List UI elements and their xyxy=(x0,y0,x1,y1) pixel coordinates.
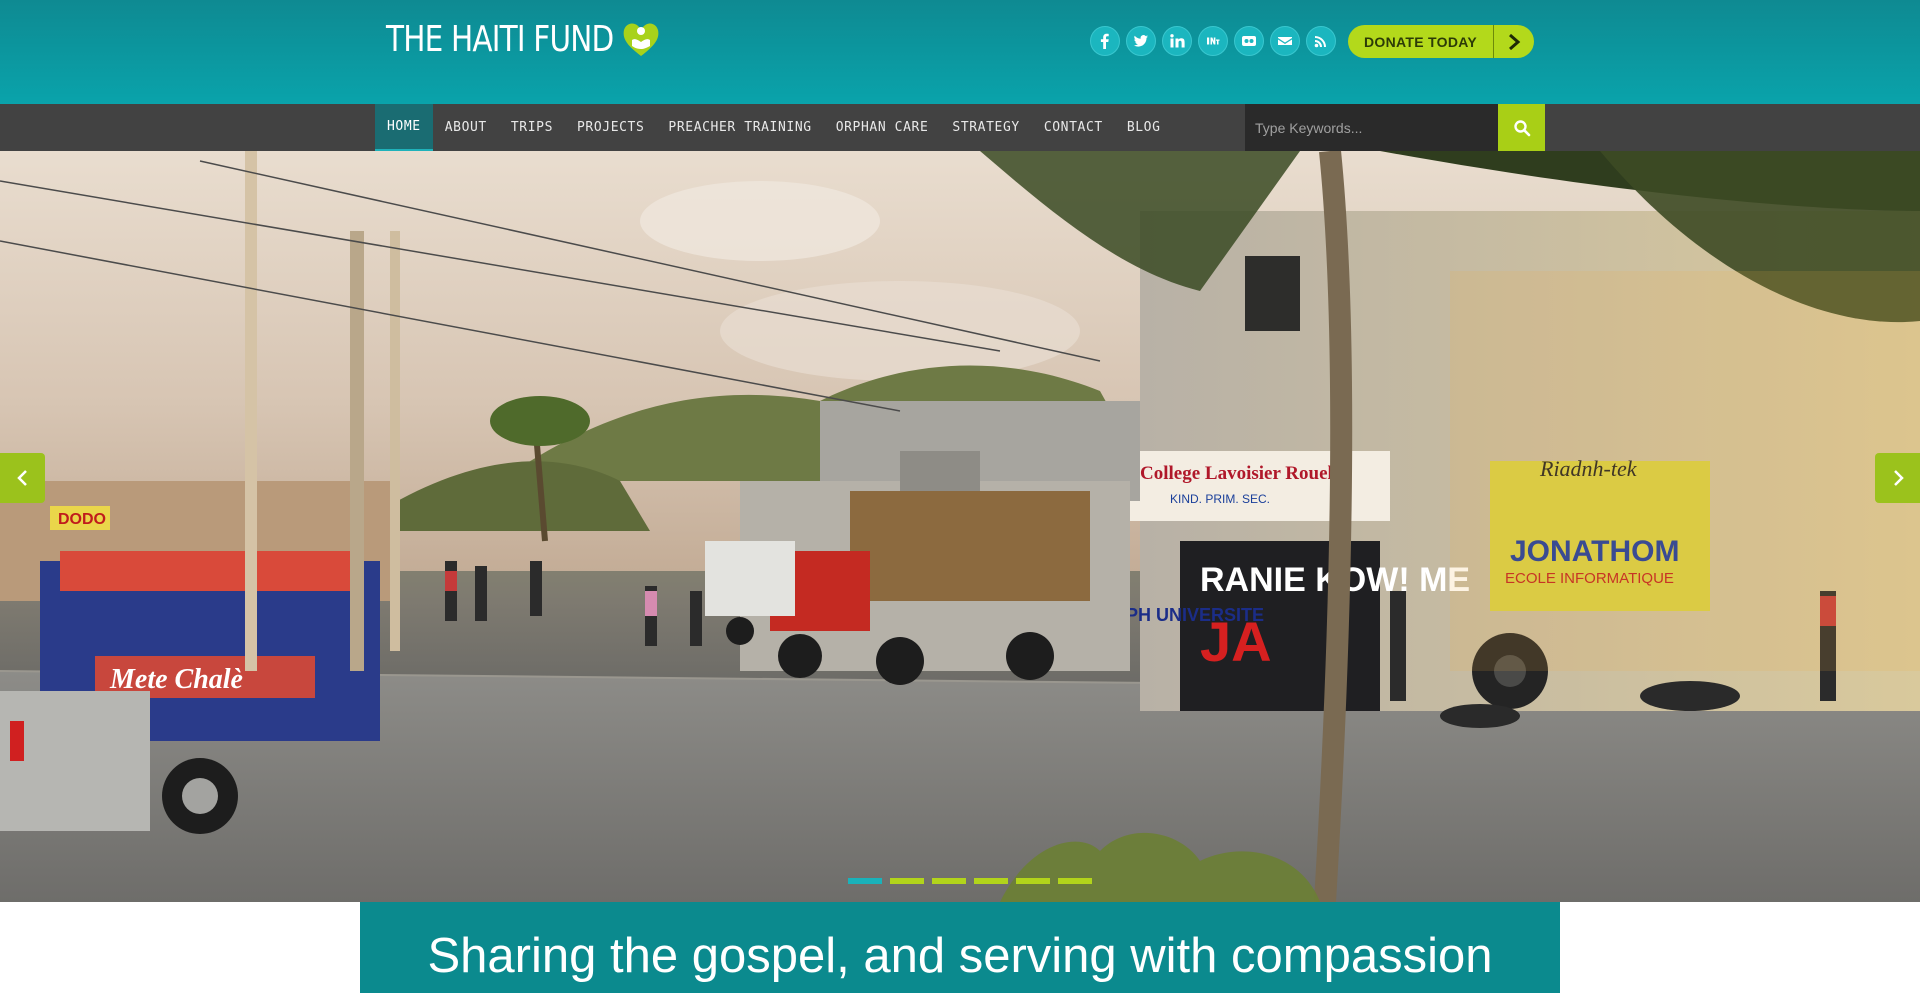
nav-item-home[interactable]: HOME xyxy=(375,104,433,151)
nav-menu: HOME ABOUT TRIPS PROJECTS PREACHER TRAIN… xyxy=(375,104,1173,151)
chevron-right-icon xyxy=(1493,25,1534,58)
search-form xyxy=(1245,104,1545,151)
search-input[interactable] xyxy=(1245,104,1498,151)
bus-text: Mete Chalè xyxy=(109,664,243,695)
facebook-icon[interactable] xyxy=(1090,26,1120,56)
slide-dot[interactable] xyxy=(890,878,924,884)
nav-item-trips[interactable]: TRIPS xyxy=(499,104,565,151)
nav-item-blog[interactable]: BLOG xyxy=(1115,104,1173,151)
nav-item-orphan-care[interactable]: ORPHAN CARE xyxy=(824,104,941,151)
site-title[interactable]: THE HAITI FUND xyxy=(386,19,614,60)
school-sign: College Lavoisier Rouelus xyxy=(1140,463,1351,484)
social-links xyxy=(1090,26,1336,56)
donate-label: DONATE TODAY xyxy=(1363,33,1478,50)
next-slide-button[interactable] xyxy=(1875,453,1920,503)
twitter-icon[interactable] xyxy=(1126,26,1156,56)
nav-item-about[interactable]: ABOUT xyxy=(433,104,499,151)
previous-slide-button[interactable] xyxy=(0,453,45,503)
chevron-right-icon xyxy=(1893,470,1904,486)
search-button[interactable] xyxy=(1498,104,1545,151)
hero-slide-image: RANIE KOW! ME JA College Lavoisier Rouel… xyxy=(0,151,1920,902)
chevron-left-icon xyxy=(16,470,27,486)
nav-item-preacher-training[interactable]: PREACHER TRAINING xyxy=(656,104,823,151)
nav-item-projects[interactable]: PROJECTS xyxy=(565,104,656,151)
tagline-banner: Sharing the gospel, and serving with com… xyxy=(360,902,1560,993)
main-navigation: HOME ABOUT TRIPS PROJECTS PREACHER TRAIN… xyxy=(0,104,1920,151)
flickr-icon[interactable] xyxy=(1234,26,1264,56)
slide-dot[interactable] xyxy=(1058,878,1092,884)
donate-button[interactable]: DONATE TODAY xyxy=(1348,25,1534,58)
slide-dot[interactable] xyxy=(1016,878,1050,884)
slide-dot[interactable] xyxy=(848,878,882,884)
search-icon xyxy=(1513,119,1530,136)
tagline-text: Sharing the gospel, and serving with com… xyxy=(427,929,1493,983)
school-sign-sub: KIND. PRIM. SEC. xyxy=(1170,492,1270,506)
site-header: THE HAITI FUND DONATE TODAY xyxy=(0,0,1920,104)
slide-dot[interactable] xyxy=(974,878,1008,884)
nav-item-contact[interactable]: CONTACT xyxy=(1032,104,1115,151)
linkedin-icon[interactable] xyxy=(1162,26,1192,56)
nav-item-strategy[interactable]: STRATEGY xyxy=(940,104,1031,151)
hero-slider: RANIE KOW! ME JA College Lavoisier Rouel… xyxy=(0,151,1920,902)
youtube-icon[interactable] xyxy=(1198,26,1228,56)
slide-indicators xyxy=(848,878,1092,884)
slide-dot[interactable] xyxy=(932,878,966,884)
wall-text-7: DODO xyxy=(58,511,106,528)
rss-icon[interactable] xyxy=(1306,26,1336,56)
heart-hand-logo-icon xyxy=(623,23,659,56)
envelope-icon[interactable] xyxy=(1270,26,1300,56)
